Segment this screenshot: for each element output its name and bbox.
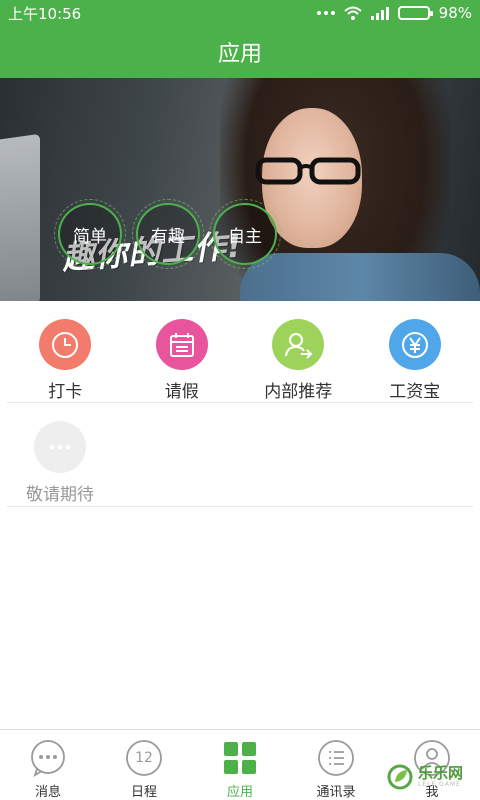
- banner-pill-simple: 简单: [54, 199, 126, 269]
- app-label: 工资宝: [389, 382, 441, 402]
- banner-pill-fun: 有趣: [132, 199, 204, 269]
- watermark-text: 乐乐网: [418, 764, 464, 782]
- referral-user-icon: [272, 319, 325, 370]
- app-salary[interactable]: 工资宝: [357, 301, 474, 402]
- apps-grid: 打卡 请假 内部推荐 工资宝 敬请期待: [0, 301, 480, 507]
- battery-percent: 98%: [438, 4, 472, 22]
- yuan-icon: [388, 319, 441, 370]
- laptop-image: [0, 133, 40, 301]
- tab-label: 消息: [34, 785, 61, 800]
- contacts-list-icon: [316, 738, 356, 778]
- app-internal-referral[interactable]: 内部推荐: [240, 301, 357, 402]
- app-label: 内部推荐: [264, 382, 333, 402]
- calendar-icon: [155, 319, 208, 370]
- chat-bubble-icon: [28, 738, 68, 778]
- tab-schedule[interactable]: 12 日程: [96, 730, 192, 800]
- app-leave-request[interactable]: 请假: [124, 301, 241, 402]
- wifi-icon: [343, 6, 362, 20]
- calendar-day-icon: 12: [124, 738, 164, 778]
- glasses-image: [255, 157, 361, 185]
- leaf-logo-icon: [387, 764, 413, 790]
- page-title: 应用: [217, 42, 262, 67]
- tab-apps[interactable]: 应用: [192, 730, 288, 800]
- tab-label: 应用: [226, 785, 253, 800]
- battery-icon: [397, 6, 433, 20]
- app-punch-clock[interactable]: 打卡: [7, 301, 124, 402]
- watermark-subtext: LELE GAME: [418, 781, 461, 788]
- status-time: 上午10:56: [8, 4, 82, 23]
- app-label: 敬请期待: [26, 485, 94, 505]
- tab-messages[interactable]: 消息: [0, 730, 96, 800]
- watermark: 乐乐网 LELE GAME: [386, 756, 478, 798]
- apps-grid-icon: [220, 738, 260, 778]
- apps-row: 打卡 请假 内部推荐 工资宝: [7, 301, 473, 403]
- tab-label: 通讯录: [316, 785, 356, 800]
- promo-banner[interactable]: 趣你的工作! 简单 有趣 自主: [0, 78, 480, 301]
- app-label: 请假: [164, 382, 199, 402]
- banner-pill-autonomy: 自主: [209, 199, 281, 269]
- more-dots-icon: [34, 421, 86, 473]
- calendar-day-number: 12: [135, 750, 153, 766]
- signal-icon: [370, 6, 389, 20]
- apps-row: 敬请期待: [7, 403, 473, 507]
- title-bar: 应用: [0, 26, 480, 78]
- tab-label: 日程: [130, 785, 157, 800]
- tab-contacts[interactable]: 通讯录: [288, 730, 384, 800]
- app-label: 打卡: [48, 382, 83, 402]
- app-coming-soon[interactable]: 敬请期待: [7, 403, 113, 505]
- more-dots-icon: [316, 11, 335, 15]
- shirt-image: [240, 253, 480, 301]
- clock-icon: [39, 319, 92, 370]
- status-bar: 上午10:56 98%: [0, 0, 480, 26]
